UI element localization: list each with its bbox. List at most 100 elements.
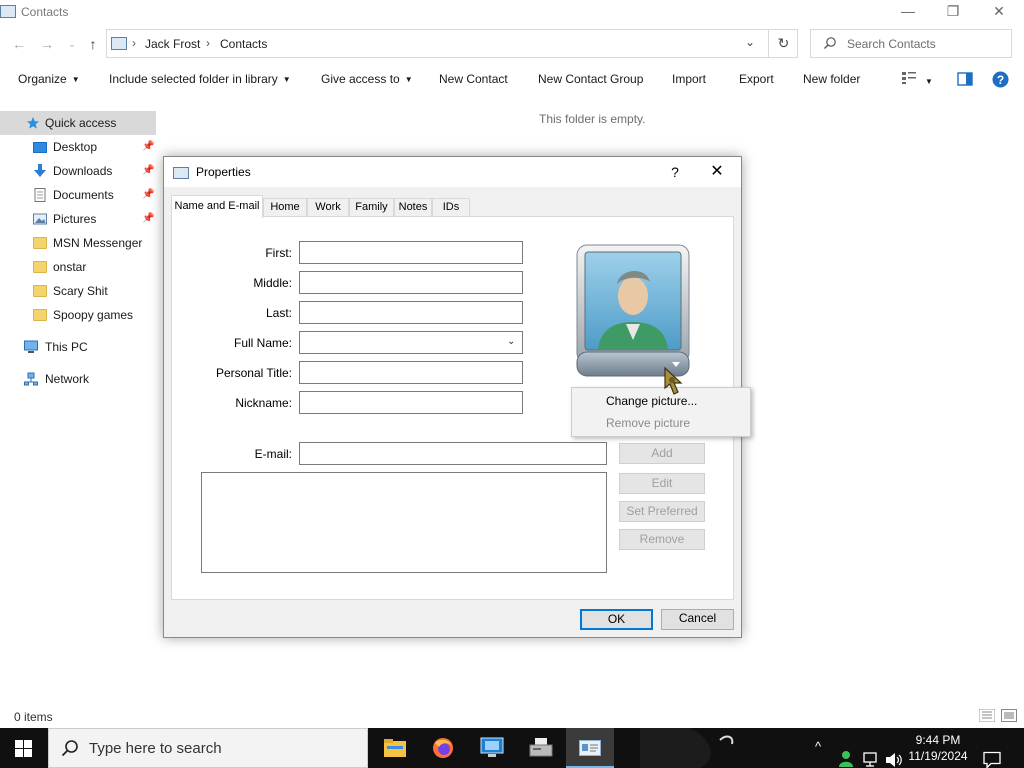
notifications-icon[interactable] [983, 740, 1001, 768]
search-input[interactable] [847, 35, 1007, 53]
minimize-button[interactable]: — [885, 0, 931, 24]
last-name-input[interactable] [299, 301, 523, 324]
import-button[interactable]: Import [672, 72, 706, 86]
clock-time: 9:44 PM [915, 733, 961, 747]
include-in-library-button[interactable]: Include selected folder in library ▼ [109, 72, 291, 86]
nav-network[interactable]: Network [0, 367, 156, 391]
clock-date: 11/19/2024 [908, 749, 968, 763]
cancel-button[interactable]: Cancel [661, 609, 734, 630]
item-count: 0 items [14, 710, 53, 724]
nav-item-desktop[interactable]: Desktop 📌 [0, 135, 156, 159]
recent-locations-chevron-icon[interactable]: ⌄ [62, 34, 82, 54]
middle-label: Middle: [253, 276, 292, 290]
network-icon [24, 372, 38, 386]
taskbar-remote-desktop[interactable] [468, 728, 516, 768]
taskbar-firefox[interactable] [419, 728, 467, 768]
up-arrow-icon[interactable]: ↑ [83, 34, 103, 54]
nav-item-spoopy-games[interactable]: Spoopy games [0, 303, 156, 327]
address-bar[interactable]: › Jack Frost › Contacts ⌄ ↻ [106, 29, 798, 58]
empty-folder-message: This folder is empty. [539, 112, 646, 126]
back-arrow-icon[interactable]: ← [9, 34, 29, 54]
nav-this-pc[interactable]: This PC [0, 335, 156, 359]
new-folder-button[interactable]: New folder [803, 72, 860, 86]
people-tray-icon[interactable] [838, 739, 854, 768]
refresh-icon[interactable]: ↻ [768, 30, 798, 57]
middle-name-input[interactable] [299, 271, 523, 294]
address-dropdown-chevron-icon[interactable]: ⌄ [745, 35, 755, 49]
taskbar-file-explorer[interactable] [370, 728, 418, 768]
nav-item-msn-messenger[interactable]: MSN Messenger [0, 231, 156, 255]
dialog-title: Properties [196, 165, 251, 179]
search-icon [824, 37, 836, 49]
tab-home[interactable]: Home [263, 198, 307, 217]
export-button[interactable]: Export [739, 72, 774, 86]
new-contact-group-button[interactable]: New Contact Group [538, 72, 643, 86]
breadcrumb-contacts[interactable]: Contacts [220, 37, 267, 51]
status-bar: 0 items [0, 706, 1024, 728]
remove-email-button[interactable]: Remove [619, 529, 705, 550]
edit-email-button[interactable]: Edit [619, 473, 705, 494]
tab-ids[interactable]: IDs [432, 198, 470, 217]
first-name-input[interactable] [299, 241, 523, 264]
taskbar-search-box[interactable]: Type here to search [48, 728, 368, 768]
window-titlebar: Contacts — ❐ ✕ [0, 0, 1024, 24]
email-list[interactable] [201, 472, 607, 573]
include-library-label: Include selected folder in library [109, 72, 278, 86]
breadcrumb-jack-frost[interactable]: Jack Frost [145, 37, 200, 51]
nickname-input[interactable] [299, 391, 523, 414]
preview-pane-button[interactable] [957, 72, 973, 89]
tab-notes[interactable]: Notes [394, 198, 432, 217]
large-icons-view-icon[interactable] [1001, 709, 1017, 722]
view-options-button[interactable]: ▼ [901, 71, 933, 88]
forward-arrow-icon[interactable]: → [37, 34, 57, 54]
nav-item-pictures[interactable]: Pictures 📌 [0, 207, 156, 231]
nav-item-scary-shit[interactable]: Scary Shit [0, 279, 156, 303]
dialog-close-button[interactable]: ✕ [702, 161, 732, 183]
caret-down-icon: ▼ [71, 75, 80, 84]
nav-item-label: MSN Messenger [53, 236, 143, 250]
show-hidden-icons-chevron-icon[interactable]: ^ [815, 739, 821, 768]
nav-item-documents[interactable]: Documents 📌 [0, 183, 156, 207]
email-input[interactable] [299, 442, 607, 465]
tab-name-and-email[interactable]: Name and E-mail [171, 195, 263, 218]
taskbar-fax-scan[interactable] [517, 728, 565, 768]
nav-quick-access[interactable]: Quick access [0, 111, 156, 135]
dialog-help-button[interactable]: ? [660, 161, 690, 183]
restore-button[interactable]: ❐ [930, 0, 976, 24]
navigation-pane: Quick access Desktop 📌 Downloads 📌 Docum… [0, 110, 158, 410]
star-icon [27, 117, 39, 129]
taskbar-clock[interactable]: 9:44 PM 11/19/2024 [900, 732, 976, 764]
add-email-button[interactable]: Add [619, 443, 705, 464]
full-name-select[interactable] [299, 331, 523, 354]
close-window-button[interactable]: ✕ [976, 0, 1022, 24]
pin-icon: 📌 [142, 213, 155, 224]
download-arrow-icon [34, 164, 46, 177]
give-access-label: Give access to [321, 72, 400, 86]
nickname-label: Nickname: [235, 396, 292, 410]
breadcrumb-separator-icon[interactable]: › [132, 36, 136, 50]
breadcrumb-separator-icon[interactable]: › [206, 36, 210, 50]
chevron-down-icon[interactable]: ⌄ [507, 336, 515, 347]
give-access-button[interactable]: Give access to ▼ [321, 72, 413, 86]
network-tray-icon[interactable] [862, 740, 880, 768]
contact-picture-button[interactable] [576, 244, 690, 378]
details-view-icon[interactable] [979, 709, 995, 722]
remove-picture-menu-item[interactable]: Remove picture [606, 416, 690, 430]
full-name-label: Full Name: [233, 336, 292, 350]
start-button[interactable] [0, 728, 48, 768]
nav-item-downloads[interactable]: Downloads 📌 [0, 159, 156, 183]
ok-button[interactable]: OK [580, 609, 653, 630]
help-button[interactable]: ? [992, 71, 1009, 91]
search-box[interactable] [810, 29, 1012, 58]
tab-family[interactable]: Family [349, 198, 394, 217]
nav-item-onstar[interactable]: onstar [0, 255, 156, 279]
organize-button[interactable]: Organize ▼ [18, 72, 80, 86]
new-contact-button[interactable]: New Contact [439, 72, 508, 86]
tab-work[interactable]: Work [307, 198, 349, 217]
taskbar-contacts[interactable] [566, 728, 614, 768]
organize-label: Organize [18, 72, 67, 86]
nav-item-label: Documents [53, 188, 114, 202]
set-preferred-button[interactable]: Set Preferred [619, 501, 705, 522]
mouse-cursor-icon [664, 366, 683, 395]
personal-title-input[interactable] [299, 361, 523, 384]
